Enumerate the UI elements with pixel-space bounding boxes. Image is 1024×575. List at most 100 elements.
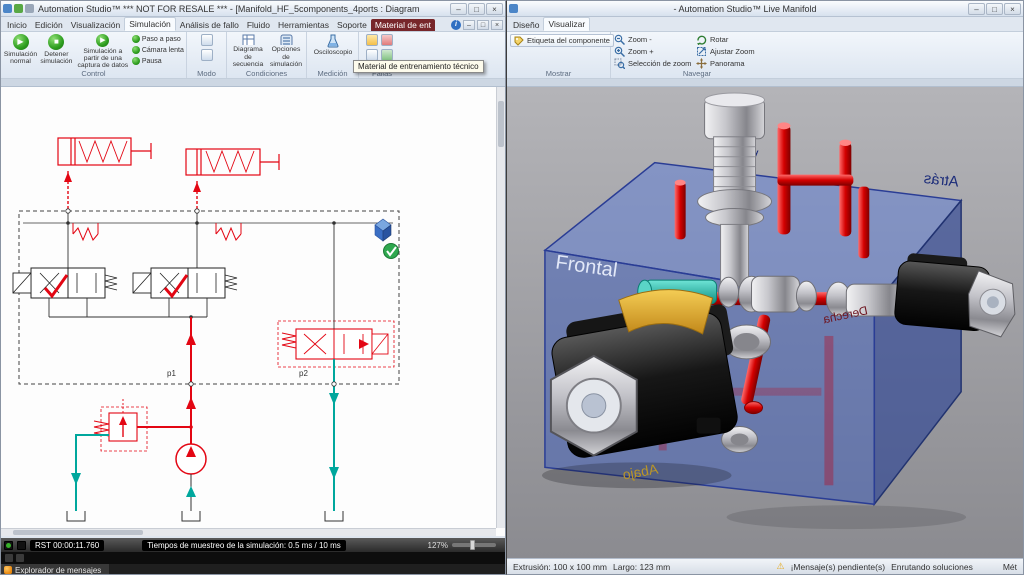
component-label-button[interactable]: Etiqueta del componente xyxy=(510,34,614,47)
ribbon-group-modo: Modo xyxy=(187,32,227,78)
save-icon[interactable] xyxy=(14,4,23,13)
group-label-navegar: Navegar xyxy=(611,69,783,78)
pan-hand-icon xyxy=(696,58,707,69)
manifold-minimize-button[interactable]: – xyxy=(968,3,985,15)
connector-tab xyxy=(697,418,721,434)
pause-icon xyxy=(132,57,140,65)
capture-simulation-button[interactable]: ▶ Simulación a partir de una captura de … xyxy=(76,34,130,68)
oscilloscope-flask-icon xyxy=(326,34,340,48)
fit-zoom-button[interactable]: Ajustar Zoom xyxy=(696,46,778,57)
sequence-diagram-icon xyxy=(242,34,255,45)
horizontal-scrollbar[interactable] xyxy=(1,528,496,536)
port-label-p1: p1 xyxy=(167,369,176,378)
close-button[interactable]: × xyxy=(486,3,503,15)
statusbar-right-partial: Mét xyxy=(1003,562,1017,572)
vertical-scrollbar-thumb[interactable] xyxy=(498,101,504,147)
panel-icon-2 xyxy=(16,554,24,562)
manifold-3d-scene[interactable]: Frontal Atrás Arriba Abajo xyxy=(507,87,1023,558)
zoom-selection-button[interactable]: Selección de zoom xyxy=(614,58,696,69)
tab-soporte[interactable]: Soporte xyxy=(333,19,371,31)
manifold-maximize-button[interactable]: □ xyxy=(986,3,1003,15)
tab-diseno[interactable]: Diseño xyxy=(509,19,543,31)
doc-minimize-button[interactable]: – xyxy=(463,20,475,30)
relief-valve[interactable] xyxy=(94,399,147,451)
fit-zoom-label: Ajustar Zoom xyxy=(710,47,755,56)
tab-visualizar[interactable]: Visualizar xyxy=(543,17,590,31)
tab-visualizacion[interactable]: Visualización xyxy=(67,19,124,31)
doc-restore-button[interactable]: □ xyxy=(477,20,489,30)
horizontal-scrollbar-thumb[interactable] xyxy=(13,530,143,535)
pause-button[interactable]: Pausa xyxy=(132,56,184,66)
tab-fluido[interactable]: Fluido xyxy=(243,19,274,31)
zoom-in-icon xyxy=(614,46,625,57)
zoom-out-label: Zoom - xyxy=(628,35,652,44)
zoom-slider[interactable] xyxy=(452,543,496,547)
directional-valve-2[interactable] xyxy=(133,268,237,298)
flow-line-cylinder-1 xyxy=(64,171,72,211)
panel-icon-1 xyxy=(5,554,13,562)
length-dimension: Largo: 123 mm xyxy=(613,562,670,572)
face-label-back: Atrás xyxy=(923,170,960,191)
automation-studio-window: Automation Studio™ *** NOT FOR RESALE **… xyxy=(0,0,506,575)
reservoir-symbols xyxy=(67,511,343,521)
zoom-out-button[interactable]: Zoom - xyxy=(614,34,696,45)
tab-edicion[interactable]: Edición xyxy=(31,19,67,31)
fault-warning-icon[interactable] xyxy=(366,34,378,46)
capture-play-icon: ▶ xyxy=(96,34,109,47)
minimize-button[interactable]: – xyxy=(450,3,467,15)
check-valve-2[interactable] xyxy=(216,223,241,240)
tab-material-de-entrenamiento[interactable]: Material de ent xyxy=(371,19,435,31)
tab-inicio[interactable]: Inicio xyxy=(3,19,31,31)
message-explorer-tab[interactable]: Explorador de mensajes xyxy=(1,564,109,575)
undo-icon[interactable] xyxy=(25,4,34,13)
schematic-canvas[interactable]: p1 p2 xyxy=(1,87,505,536)
zoom-selection-label: Selección de zoom xyxy=(628,59,691,68)
manifold-3d-viewport[interactable]: Frontal Atrás Arriba Abajo xyxy=(507,87,1023,558)
check-valve-1[interactable] xyxy=(73,223,98,240)
mode-icon-1[interactable] xyxy=(201,34,213,46)
slow-motion-button[interactable]: Cámara lenta xyxy=(132,45,184,55)
extrusion-dimensions: Extrusión: 100 x 100 mm xyxy=(513,562,607,572)
normal-simulation-button[interactable]: ▶ Simulación normal xyxy=(4,34,37,68)
simulation-options-button[interactable]: Opciones de simulación xyxy=(268,34,304,68)
pan-button[interactable]: Panorama xyxy=(696,58,778,69)
left-titlebar: Automation Studio™ *** NOT FOR RESALE **… xyxy=(1,1,505,17)
zoom-selection-icon xyxy=(614,58,625,69)
vertical-scrollbar[interactable] xyxy=(496,87,505,528)
directional-valve-1[interactable] xyxy=(13,268,117,298)
mode-icon-2[interactable] xyxy=(201,49,213,61)
oscilloscope-button[interactable]: Osciloscopio xyxy=(310,34,356,68)
info-icon[interactable]: i xyxy=(451,20,461,30)
maximize-button[interactable]: □ xyxy=(468,3,485,15)
pan-label: Panorama xyxy=(710,59,745,68)
hydraulic-pump[interactable] xyxy=(176,444,206,511)
zoom-in-button[interactable]: Zoom + xyxy=(614,46,696,57)
component-label-text: Etiqueta del componente xyxy=(527,36,610,45)
manifold-close-button[interactable]: × xyxy=(1004,3,1021,15)
tab-herramientas[interactable]: Herramientas xyxy=(274,19,333,31)
fault-error-icon[interactable] xyxy=(381,34,393,46)
tab-simulacion[interactable]: Simulación xyxy=(124,17,176,31)
rotate-button[interactable]: Rotar xyxy=(696,34,778,45)
zoom-control[interactable]: 127% xyxy=(428,541,502,550)
pending-messages[interactable]: ¡Mensaje(s) pendiente(s) xyxy=(791,562,885,572)
manifold-3d-badge[interactable] xyxy=(375,219,391,241)
tab-analisis-de-fallo[interactable]: Análisis de fallo xyxy=(176,19,243,31)
cylinder-1[interactable] xyxy=(58,138,151,165)
stop-simulation-button[interactable]: ■ Detener simulación xyxy=(39,34,74,68)
doc-close-button[interactable]: × xyxy=(491,20,503,30)
zoom-level: 127% xyxy=(428,541,448,550)
directional-valve-3[interactable] xyxy=(278,321,394,367)
sequence-diagram-button[interactable]: Diagrama de secuencia xyxy=(230,34,266,68)
tag-icon xyxy=(514,36,524,46)
validation-check-badge xyxy=(384,244,399,259)
visualize-ribbon: Etiqueta del componente Mostrar Zoom - R… xyxy=(507,32,1023,79)
zoom-slider-thumb[interactable] xyxy=(470,540,475,550)
cylinder-2[interactable] xyxy=(186,149,279,175)
group-label-condiciones: Condiciones xyxy=(227,69,306,78)
flow-line-cylinder-2 xyxy=(193,181,201,211)
stop-simulation-label: Detener simulación xyxy=(39,51,74,65)
step-by-step-button[interactable]: Paso a paso xyxy=(132,34,184,44)
sampling-time: Tiempos de muestreo de la simulación: 0.… xyxy=(142,540,346,551)
hydraulic-schematic[interactable]: p1 p2 xyxy=(1,87,498,530)
